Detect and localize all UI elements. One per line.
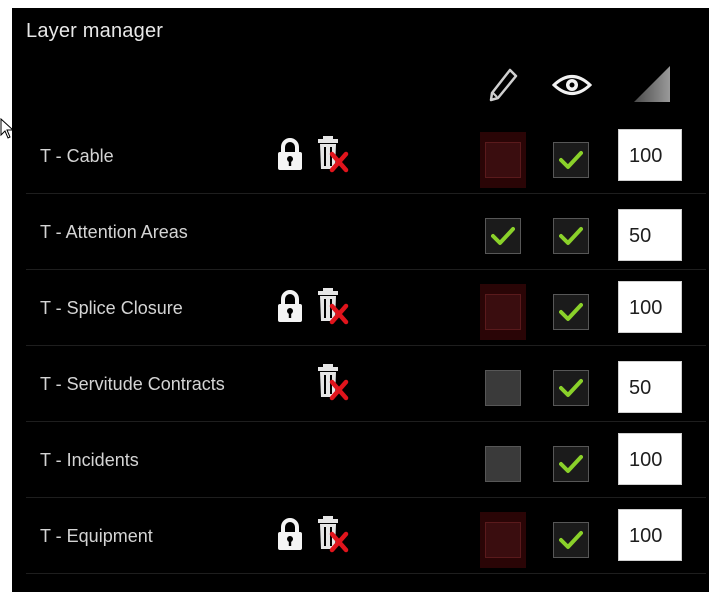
edit-checkbox[interactable]: [485, 446, 521, 482]
checkmark-icon: [559, 455, 583, 473]
delete-layer-icon[interactable]: [314, 285, 352, 325]
mouse-cursor-icon: [0, 118, 14, 139]
layer-name: T - Splice Closure: [40, 298, 183, 318]
checkmark-icon: [559, 227, 583, 245]
lock-icon: [274, 289, 306, 323]
visibility-checkbox[interactable]: [553, 522, 589, 558]
visibility-cell: [548, 436, 594, 492]
layer-name: T - Cable: [40, 146, 114, 166]
checkmark-icon: [491, 227, 515, 245]
opacity-input[interactable]: 100: [618, 509, 682, 561]
checkmark-icon: [559, 151, 583, 169]
layer-row: T - Attention Areas 50: [26, 194, 706, 270]
eye-icon: [552, 75, 592, 95]
edit-checkbox: [485, 294, 521, 330]
layer-name: T - Attention Areas: [40, 222, 188, 242]
visibility-cell: [548, 284, 594, 340]
layer-row: T - Incidents 100: [26, 422, 706, 498]
visibility-checkbox[interactable]: [553, 142, 589, 178]
layer-name: T - Incidents: [40, 450, 139, 470]
checkmark-icon: [559, 379, 583, 397]
visibility-cell: [548, 132, 594, 188]
edit-cell: [480, 132, 526, 188]
visibility-checkbox[interactable]: [553, 218, 589, 254]
opacity-wedge-icon: [634, 66, 670, 102]
edit-checkbox[interactable]: [485, 370, 521, 406]
visibility-checkbox[interactable]: [553, 446, 589, 482]
edit-cell: [480, 512, 526, 568]
delete-layer-icon[interactable]: [314, 133, 352, 173]
visibility-cell: [548, 360, 594, 416]
edit-cell: [480, 360, 526, 416]
visibility-checkbox[interactable]: [553, 294, 589, 330]
edit-checkbox: [485, 142, 521, 178]
layer-row: T - Equipment 100: [26, 498, 706, 574]
layer-row: T - Splice Closure 100: [26, 270, 706, 346]
delete-layer-icon[interactable]: [314, 361, 352, 401]
delete-layer-icon[interactable]: [314, 513, 352, 553]
edit-cell: [480, 436, 526, 492]
opacity-input[interactable]: 100: [618, 433, 682, 485]
visibility-cell: [548, 208, 594, 264]
edit-cell: [480, 208, 526, 264]
panel-title: Layer manager: [26, 20, 164, 42]
lock-icon: [274, 137, 306, 171]
opacity-input[interactable]: 100: [618, 129, 682, 181]
lock-icon: [274, 517, 306, 551]
layer-row: T - Servitude Contracts 50: [26, 346, 706, 422]
visibility-checkbox[interactable]: [553, 370, 589, 406]
row-divider: [26, 573, 706, 574]
checkmark-icon: [559, 531, 583, 549]
layer-row: T - Cable 100: [26, 118, 706, 194]
visibility-cell: [548, 512, 594, 568]
opacity-input[interactable]: 50: [618, 209, 682, 261]
layer-manager-panel: Layer manager T - Cable 100 T - Attention …: [12, 8, 709, 592]
edit-cell: [480, 284, 526, 340]
opacity-input[interactable]: 50: [618, 361, 682, 413]
layer-name: T - Equipment: [40, 526, 153, 546]
edit-checkbox: [485, 522, 521, 558]
opacity-input[interactable]: 100: [618, 281, 682, 333]
checkmark-icon: [559, 303, 583, 321]
edit-checkbox[interactable]: [485, 218, 521, 254]
layer-name: T - Servitude Contracts: [40, 374, 225, 394]
pencil-icon: [489, 68, 518, 102]
